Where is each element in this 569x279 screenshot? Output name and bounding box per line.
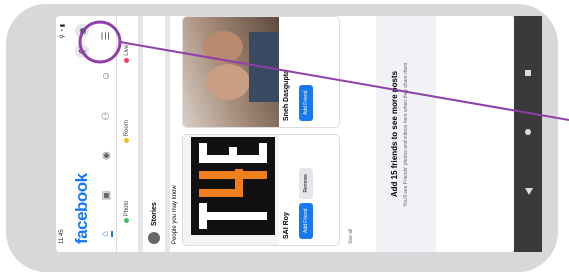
tab-home[interactable]: ⌂	[99, 230, 113, 237]
add-friend-button[interactable]: Add Friend	[299, 84, 313, 121]
add-friends-title: Add 15 friends to see more posts	[390, 70, 399, 198]
composer-live-label: Live	[124, 44, 131, 56]
section-divider	[165, 16, 170, 252]
app-header: facebook ⚲ ◉	[68, 16, 96, 252]
pymk-cards: SAI Roy Add Friend Remove Sneh Dasgupta …	[182, 16, 342, 246]
photo-icon	[123, 218, 129, 224]
phone-screen: 11:45 ⚲ ◔ ▮ facebook ⚲ ◉ ⌂ ▣ ◉ ⚇ ☺ ☰ Pho…	[56, 16, 514, 252]
stories-label: Stories	[150, 202, 158, 226]
home-button[interactable]	[525, 129, 531, 135]
tab-bar: ⌂ ▣ ◉ ⚇ ☺ ☰	[96, 16, 117, 252]
see-all-link[interactable]: See all	[348, 229, 354, 244]
header-icons: ⚲ ◉	[75, 24, 89, 58]
stories-icon	[148, 232, 160, 244]
composer-actions: Photo Room Live	[116, 16, 138, 252]
composer-room-button[interactable]: Room	[123, 120, 131, 144]
profile-photo	[183, 17, 279, 127]
pymk-card[interactable]: Sneh Dasgupta Add Friend	[182, 16, 340, 128]
t4e-logo	[191, 137, 275, 235]
status-time: 11:45	[59, 229, 65, 244]
stories-row[interactable]: Stories	[143, 16, 165, 252]
card-name: SAI Roy	[283, 212, 290, 239]
tab-watch[interactable]: ▣	[101, 191, 112, 200]
room-icon	[123, 138, 129, 144]
status-bar: 11:45 ⚲ ◔ ▮	[56, 16, 68, 252]
card-name: Sneh Dasgupta	[283, 70, 290, 121]
android-nav-bar	[514, 16, 542, 252]
live-icon	[123, 57, 129, 63]
card-actions: Add Friend	[299, 84, 313, 121]
composer-photo-label: Photo	[124, 200, 131, 217]
add-friends-prompt: Add 15 friends to see more posts You'll …	[376, 16, 436, 252]
search-icon[interactable]: ⚲	[75, 44, 89, 58]
profile-photo	[183, 135, 279, 245]
messenger-icon[interactable]: ◉	[75, 24, 89, 38]
composer-live-button[interactable]: Live	[123, 44, 131, 63]
facebook-app: 11:45 ⚲ ◔ ▮ facebook ⚲ ◉ ⌂ ▣ ◉ ⚇ ☺ ☰ Pho…	[56, 16, 514, 252]
tab-notifications[interactable]: ☺	[101, 71, 112, 81]
pymk-title: People you may know	[172, 185, 178, 244]
card-actions: Add Friend Remove	[299, 167, 313, 239]
composer-room-label: Room	[124, 120, 131, 137]
person-photo	[203, 31, 279, 102]
tab-menu[interactable]: ☰	[101, 31, 112, 40]
remove-button[interactable]: Remove	[299, 167, 313, 199]
facebook-logo: facebook	[72, 173, 91, 244]
composer-photo-button[interactable]: Photo	[123, 200, 131, 224]
back-button[interactable]	[525, 188, 533, 195]
tab-profile[interactable]: ◉	[101, 151, 112, 160]
add-friends-desc: You'll see Friends' photos and videos he…	[403, 61, 409, 207]
tab-groups[interactable]: ⚇	[101, 112, 112, 121]
screenshot-stage: 11:45 ⚲ ◔ ▮ facebook ⚲ ◉ ⌂ ▣ ◉ ⚇ ☺ ☰ Pho…	[0, 0, 569, 279]
add-friend-button[interactable]: Add Friend	[299, 202, 313, 239]
status-icons: ⚲ ◔ ▮	[59, 24, 66, 39]
recents-button[interactable]	[525, 70, 531, 76]
pymk-card[interactable]: SAI Roy Add Friend Remove	[182, 134, 340, 246]
